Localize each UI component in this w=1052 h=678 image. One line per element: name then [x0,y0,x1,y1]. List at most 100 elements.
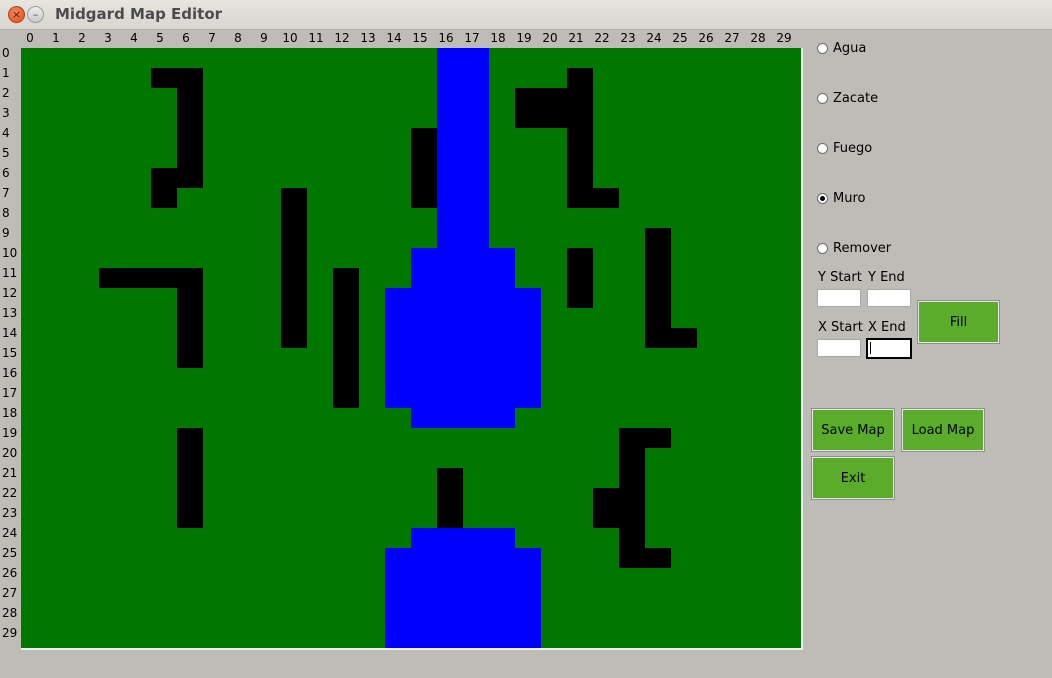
water-cell[interactable] [463,528,489,548]
water-cell[interactable] [463,408,489,428]
water-cell[interactable] [437,548,463,568]
water-cell[interactable] [385,368,411,388]
water-cell[interactable] [437,308,463,328]
water-cell[interactable] [437,568,463,588]
water-cell[interactable] [515,348,541,368]
exit-button[interactable]: Exit [811,456,895,500]
water-cell[interactable] [463,348,489,368]
radio-muro[interactable]: Muro [817,190,865,206]
water-cell[interactable] [489,568,515,588]
water-cell[interactable] [411,568,437,588]
water-cell[interactable] [411,528,437,548]
water-cell[interactable] [515,288,541,308]
water-cell[interactable] [411,388,437,408]
water-cell[interactable] [411,548,437,568]
wall-cell[interactable] [645,308,671,328]
wall-cell[interactable] [567,68,593,88]
wall-cell[interactable] [177,508,203,528]
wall-cell[interactable] [437,468,463,488]
wall-cell[interactable] [541,108,567,128]
wall-cell[interactable] [567,148,593,168]
wall-cell[interactable] [177,108,203,128]
water-cell[interactable] [437,528,463,548]
water-cell[interactable] [463,148,489,168]
wall-cell[interactable] [177,488,203,508]
water-cell[interactable] [463,248,489,268]
wall-cell[interactable] [177,308,203,328]
water-cell[interactable] [437,208,463,228]
water-cell[interactable] [411,628,437,648]
water-cell[interactable] [411,308,437,328]
wall-cell[interactable] [619,548,645,568]
wall-cell[interactable] [515,108,541,128]
wall-cell[interactable] [593,488,619,508]
water-cell[interactable] [437,628,463,648]
wall-cell[interactable] [333,368,359,388]
wall-cell[interactable] [281,268,307,288]
wall-cell[interactable] [515,88,541,108]
wall-cell[interactable] [177,328,203,348]
water-cell[interactable] [463,168,489,188]
water-cell[interactable] [489,328,515,348]
wall-cell[interactable] [411,148,437,168]
radio-button-icon[interactable] [817,42,828,54]
wall-cell[interactable] [177,268,203,288]
x-end-field[interactable] [866,338,912,359]
water-cell[interactable] [411,608,437,628]
wall-cell[interactable] [177,288,203,308]
wall-cell[interactable] [411,128,437,148]
water-cell[interactable] [489,268,515,288]
water-cell[interactable] [463,88,489,108]
water-cell[interactable] [515,548,541,568]
wall-cell[interactable] [411,168,437,188]
wall-cell[interactable] [151,168,177,188]
wall-cell[interactable] [151,268,177,288]
wall-cell[interactable] [99,268,125,288]
close-window-button[interactable]: × [8,6,25,23]
wall-cell[interactable] [333,288,359,308]
wall-cell[interactable] [125,268,151,288]
water-cell[interactable] [463,208,489,228]
water-cell[interactable] [515,588,541,608]
water-cell[interactable] [463,388,489,408]
water-cell[interactable] [411,348,437,368]
water-cell[interactable] [515,308,541,328]
wall-cell[interactable] [281,328,307,348]
radio-button-icon[interactable] [817,142,828,154]
wall-cell[interactable] [333,348,359,368]
wall-cell[interactable] [177,448,203,468]
wall-cell[interactable] [177,468,203,488]
water-cell[interactable] [437,48,463,68]
wall-cell[interactable] [645,288,671,308]
water-cell[interactable] [385,308,411,328]
water-cell[interactable] [437,268,463,288]
wall-cell[interactable] [619,448,645,468]
water-cell[interactable] [463,128,489,148]
water-cell[interactable] [463,308,489,328]
wall-cell[interactable] [567,168,593,188]
water-cell[interactable] [437,408,463,428]
water-cell[interactable] [411,368,437,388]
water-cell[interactable] [385,348,411,368]
water-cell[interactable] [411,328,437,348]
water-cell[interactable] [489,588,515,608]
water-cell[interactable] [489,348,515,368]
wall-cell[interactable] [281,288,307,308]
water-cell[interactable] [437,328,463,348]
water-cell[interactable] [463,328,489,348]
water-cell[interactable] [437,148,463,168]
y-end-field[interactable] [867,289,911,307]
wall-cell[interactable] [619,528,645,548]
wall-cell[interactable] [619,428,645,448]
wall-cell[interactable] [645,248,671,268]
water-cell[interactable] [515,628,541,648]
radio-button-icon[interactable] [817,192,828,204]
wall-cell[interactable] [177,68,203,88]
wall-cell[interactable] [593,508,619,528]
water-cell[interactable] [411,288,437,308]
water-cell[interactable] [489,288,515,308]
water-cell[interactable] [463,588,489,608]
wall-cell[interactable] [281,308,307,328]
wall-cell[interactable] [567,108,593,128]
water-cell[interactable] [463,108,489,128]
